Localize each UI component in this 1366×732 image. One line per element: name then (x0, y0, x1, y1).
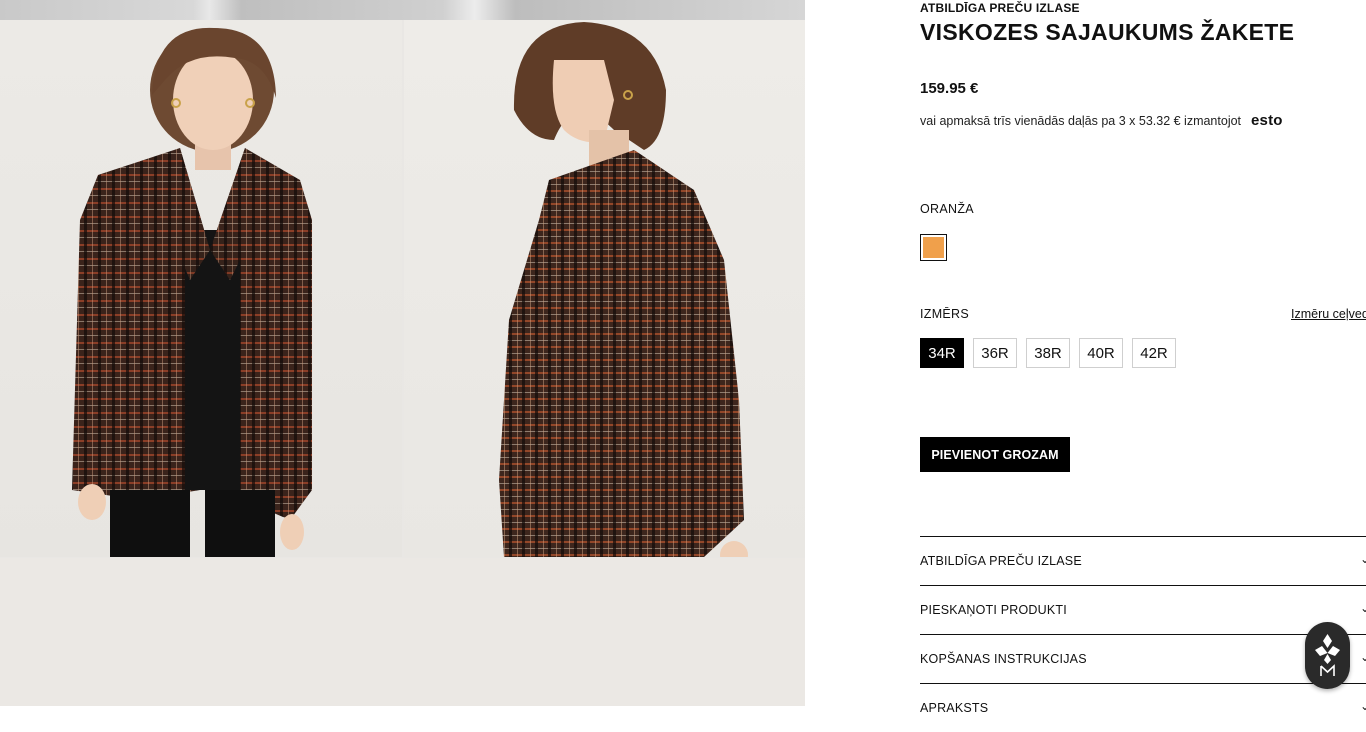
size-guide-link[interactable]: Izmēru ceļvedis (1291, 307, 1366, 321)
product-title: VISKOZES SAJAUKUMS ŽAKETE (920, 19, 1295, 45)
esto-logo[interactable]: esto (1251, 112, 1283, 129)
accordion-label: APRAKSTS (920, 701, 989, 715)
accordion-item-matching-products[interactable]: PIESKAŅOTI PRODUKTI ⌄ (920, 585, 1366, 634)
add-to-cart-button[interactable]: PIEVIENOT GROZAM (920, 437, 1070, 472)
brand-badge-icon (1315, 634, 1340, 676)
model-front-illustration (72, 27, 312, 557)
accordion-item-care-instructions[interactable]: KOPŠANAS INSTRUKCIJAS ⌄ (920, 634, 1366, 683)
size-option-40r[interactable]: 40R (1079, 338, 1123, 368)
gallery-previous-image-strip[interactable] (0, 0, 805, 20)
size-option-34r[interactable]: 34R (920, 338, 964, 368)
model-side-illustration (499, 22, 748, 557)
brand-badge-button[interactable] (1305, 622, 1350, 689)
size-option-38r[interactable]: 38R (1026, 338, 1070, 368)
accordion-label: PIESKAŅOTI PRODUKTI (920, 603, 1067, 617)
chevron-down-icon: ⌄ (1359, 552, 1366, 566)
installments-text: vai apmaksā trīs vienādās daļās pa 3 x 5… (920, 113, 1242, 128)
product-gallery (0, 0, 805, 706)
product-image-side[interactable] (404, 20, 805, 557)
size-option-42r[interactable]: 42R (1132, 338, 1176, 368)
color-swatch-orange[interactable] (920, 234, 947, 261)
size-label: IZMĒRS (920, 307, 970, 321)
color-label: ORANŽA (920, 202, 974, 216)
installments-info: vai apmaksā trīs vienādās daļās pa 3 x 5… (920, 112, 1283, 129)
size-options: 34R 36R 38R 40R 42R (920, 338, 1176, 368)
product-image-front[interactable] (0, 20, 402, 557)
collection-eyebrow[interactable]: ATBILDĪGA PREČU IZLASE (920, 1, 1080, 15)
accordion-label: KOPŠANAS INSTRUKCIJAS (920, 652, 1087, 666)
product-info-panel: ATBILDĪGA PREČU IZLASE VISKOZES SAJAUKUM… (920, 0, 1366, 715)
color-swatch-fill (923, 237, 944, 258)
chevron-down-icon: ⌄ (1359, 601, 1366, 615)
accordion-item-description[interactable]: APRAKSTS ⌄ (920, 683, 1366, 732)
size-option-36r[interactable]: 36R (973, 338, 1017, 368)
chevron-down-icon: ⌄ (1359, 650, 1366, 664)
product-price: 159.95 € (920, 80, 979, 97)
chevron-down-icon: ⌄ (1359, 699, 1366, 713)
product-image-next[interactable] (0, 558, 805, 706)
accordion-item-responsible-selection[interactable]: ATBILDĪGA PREČU IZLASE ⌄ (920, 536, 1366, 585)
product-accordion: ATBILDĪGA PREČU IZLASE ⌄ PIESKAŅOTI PROD… (920, 536, 1366, 732)
accordion-label: ATBILDĪGA PREČU IZLASE (920, 554, 1082, 568)
